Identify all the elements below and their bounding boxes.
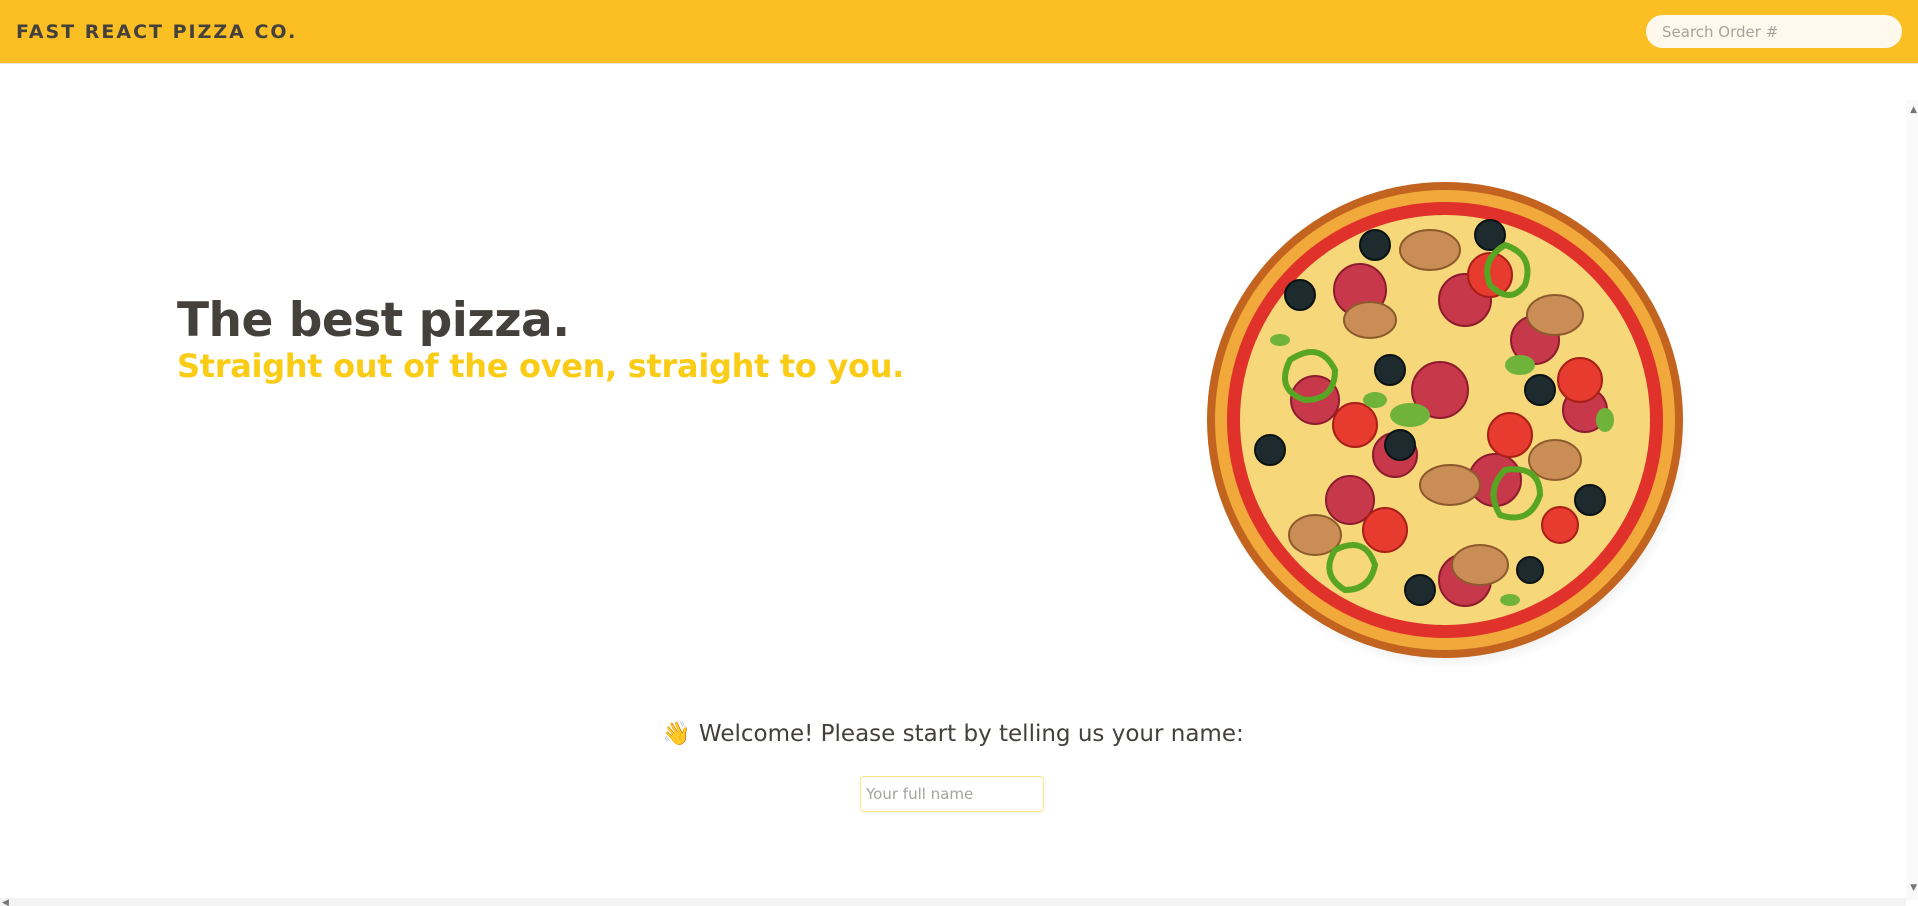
welcome-text: Welcome! Please start by telling us your… <box>698 721 1244 747</box>
vertical-scrollbar[interactable] <box>1906 100 1918 900</box>
search-order-input[interactable] <box>1646 15 1902 48</box>
scroll-up-icon[interactable]: ▲ <box>1910 106 1917 115</box>
logo-link[interactable]: Fast React Pizza Co. <box>16 21 297 43</box>
scroll-down-icon[interactable]: ▼ <box>1910 884 1917 893</box>
pizza-illustration <box>1207 182 1690 670</box>
waving-hand-icon: 👋 <box>662 721 691 747</box>
app-header: Fast React Pizza Co. <box>0 0 1918 64</box>
full-name-input[interactable] <box>860 776 1044 812</box>
scroll-left-icon[interactable]: ◀ <box>2 898 9 906</box>
welcome-message: 👋 Welcome! Please start by telling us you… <box>0 720 1906 747</box>
horizontal-scrollbar[interactable] <box>0 898 1906 906</box>
hero-subtitle: Straight out of the oven, straight to yo… <box>177 347 905 385</box>
hero-title: The best pizza. <box>177 293 570 348</box>
